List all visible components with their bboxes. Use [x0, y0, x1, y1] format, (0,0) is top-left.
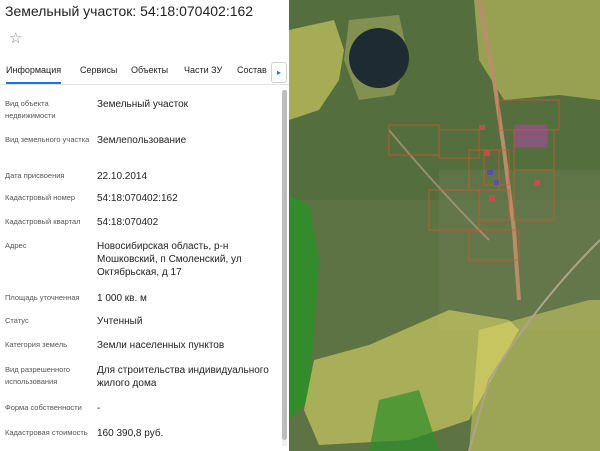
row-label: Вид разрешенного использования — [5, 365, 71, 386]
row-label: Форма собственности — [5, 403, 82, 412]
row-label: Адрес — [5, 241, 27, 250]
row-value: 22.10.2014 — [97, 171, 148, 182]
tab-composition[interactable]: Состав — [237, 65, 267, 75]
row-value: Земли населенных пунктов — [97, 340, 225, 351]
scrollbar-thumb[interactable] — [282, 90, 287, 440]
info-panel: Земельный участок: 54:18:070402:162 ☆ Ин… — [0, 0, 290, 451]
row-value[interactable]: 54:18:070402 — [97, 216, 277, 229]
row-label: Площадь уточненная — [5, 293, 80, 302]
star-icon[interactable]: ☆ — [9, 31, 22, 47]
row-label: Вид объекта недвижимости — [5, 99, 56, 120]
row-label: Вид земельного участка — [5, 135, 90, 144]
tab-parts[interactable]: Части ЗУ — [184, 65, 222, 75]
row-value: Земельный участок — [97, 99, 189, 110]
tab-bar: Информация Сервисы Объекты Части ЗУ Сост… — [0, 60, 289, 85]
row-value: Новосибирская область, р-н Мошковский, п… — [97, 241, 242, 278]
panel-scrollbar[interactable] — [282, 90, 287, 446]
row-label: Кадастровый квартал — [5, 217, 81, 226]
building — [487, 170, 493, 175]
selected-parcel[interactable] — [514, 124, 548, 148]
lake — [349, 28, 409, 88]
row-value[interactable]: 54:18:070402:162 — [97, 192, 277, 205]
building — [489, 195, 495, 201]
tab-info[interactable]: Информация — [6, 65, 62, 84]
building — [534, 180, 540, 186]
building — [484, 150, 490, 156]
building — [479, 125, 485, 130]
row-label: Кадастровый номер — [5, 193, 76, 202]
chevron-right-icon[interactable]: ▸ — [271, 62, 287, 83]
tab-objects[interactable]: Объекты — [131, 65, 168, 75]
tab-services[interactable]: Сервисы — [80, 65, 117, 75]
row-value: - — [97, 403, 101, 414]
row-value: Землепользование — [97, 135, 187, 146]
row-label: Категория земель — [5, 340, 68, 349]
row-label: Дата присвоения — [5, 171, 65, 180]
row-label: Кадастровая стоимость — [5, 428, 88, 437]
row-value: Для строительства индивидуального жилого… — [97, 365, 269, 389]
row-value: Учтенный — [97, 316, 143, 327]
building — [494, 180, 499, 185]
row-value: 1 000 кв. м — [97, 293, 147, 304]
row-value: 160 390,8 руб. — [97, 428, 164, 439]
page-title: Земельный участок: 54:18:070402:162 — [5, 3, 254, 19]
row-label: Статус — [5, 316, 29, 325]
satellite-map[interactable] — [289, 0, 600, 451]
